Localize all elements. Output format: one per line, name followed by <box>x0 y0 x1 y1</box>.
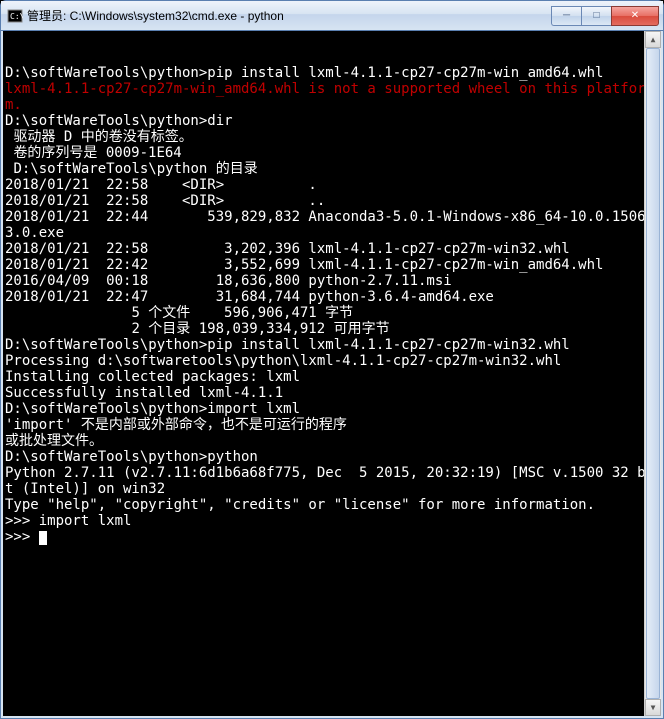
terminal-line: D:\softWareTools\python>pip install lxml… <box>5 65 659 81</box>
terminal-line: 卷的序列号是 0009-1E64 <box>5 145 659 161</box>
terminal-line: lxml-4.1.1-cp27-cp27m-win_amd64.whl is n… <box>5 81 659 113</box>
maximize-button[interactable]: □ <box>581 6 611 26</box>
terminal-line: 或批处理文件。 <box>5 433 659 449</box>
scrollbar-track[interactable] <box>645 48 661 699</box>
terminal-line: D:\softWareTools\python 的目录 <box>5 161 659 177</box>
minimize-icon: ─ <box>563 10 570 21</box>
close-button[interactable]: ✕ <box>611 6 659 26</box>
cursor <box>39 531 47 545</box>
svg-text:C:\: C:\ <box>10 12 23 21</box>
terminal-line: 'import' 不是内部或外部命令，也不是可运行的程序 <box>5 417 659 433</box>
terminal-line: D:\softWareTools\python>dir <box>5 113 659 129</box>
terminal-line: D:\softWareTools\python>import lxml <box>5 401 659 417</box>
terminal-line: D:\softWareTools\python>pip install lxml… <box>5 337 659 353</box>
terminal-line: 2018/01/21 22:47 31,684,744 python-3.6.4… <box>5 289 659 305</box>
maximize-icon: □ <box>593 10 599 21</box>
window-controls: ─ □ ✕ <box>551 6 659 26</box>
terminal-line: D:\softWareTools\python>python <box>5 449 659 465</box>
terminal-line: >>> <box>5 529 659 545</box>
window-title: 管理员: C:\Windows\system32\cmd.exe - pytho… <box>27 7 551 24</box>
terminal-line: 2018/01/21 22:58 <DIR> .. <box>5 193 659 209</box>
terminal-line: 2018/01/21 22:58 <DIR> . <box>5 177 659 193</box>
terminal-line: 2016/04/09 00:18 18,636,800 python-2.7.1… <box>5 273 659 289</box>
terminal-line: Type "help", "copyright", "credits" or "… <box>5 497 659 513</box>
terminal-line: 2 个目录 198,039,334,912 可用字节 <box>5 321 659 337</box>
terminal-line: 2018/01/21 22:42 3,552,699 lxml-4.1.1-cp… <box>5 257 659 273</box>
terminal-area[interactable]: D:\softWareTools\python>pip install lxml… <box>1 31 663 718</box>
chevron-down-icon: ▼ <box>651 700 656 716</box>
vertical-scrollbar[interactable]: ▲ ▼ <box>644 31 661 716</box>
titlebar[interactable]: C:\ 管理员: C:\Windows\system32\cmd.exe - p… <box>1 1 663 31</box>
scrollbar-thumb[interactable] <box>646 48 660 699</box>
scroll-down-button[interactable]: ▼ <box>645 699 661 716</box>
minimize-button[interactable]: ─ <box>551 6 581 26</box>
terminal-line: 2018/01/21 22:58 3,202,396 lxml-4.1.1-cp… <box>5 241 659 257</box>
terminal-line: 2018/01/21 22:44 539,829,832 Anaconda3-5… <box>5 209 659 241</box>
close-icon: ✕ <box>631 10 639 21</box>
cmd-icon: C:\ <box>7 8 23 24</box>
terminal-line: Installing collected packages: lxml <box>5 369 659 385</box>
terminal-line: 5 个文件 596,906,471 字节 <box>5 305 659 321</box>
terminal-line: >>> import lxml <box>5 513 659 529</box>
terminal-content: D:\softWareTools\python>pip install lxml… <box>5 65 659 545</box>
terminal-line: Processing d:\softwaretools\python\lxml-… <box>5 353 659 369</box>
scroll-up-button[interactable]: ▲ <box>645 31 661 48</box>
terminal-line: 驱动器 D 中的卷没有标签。 <box>5 129 659 145</box>
cmd-window: C:\ 管理员: C:\Windows\system32\cmd.exe - p… <box>0 0 664 719</box>
chevron-up-icon: ▲ <box>651 32 656 48</box>
terminal-line: Python 2.7.11 (v2.7.11:6d1b6a68f775, Dec… <box>5 465 659 497</box>
terminal-line: Successfully installed lxml-4.1.1 <box>5 385 659 401</box>
